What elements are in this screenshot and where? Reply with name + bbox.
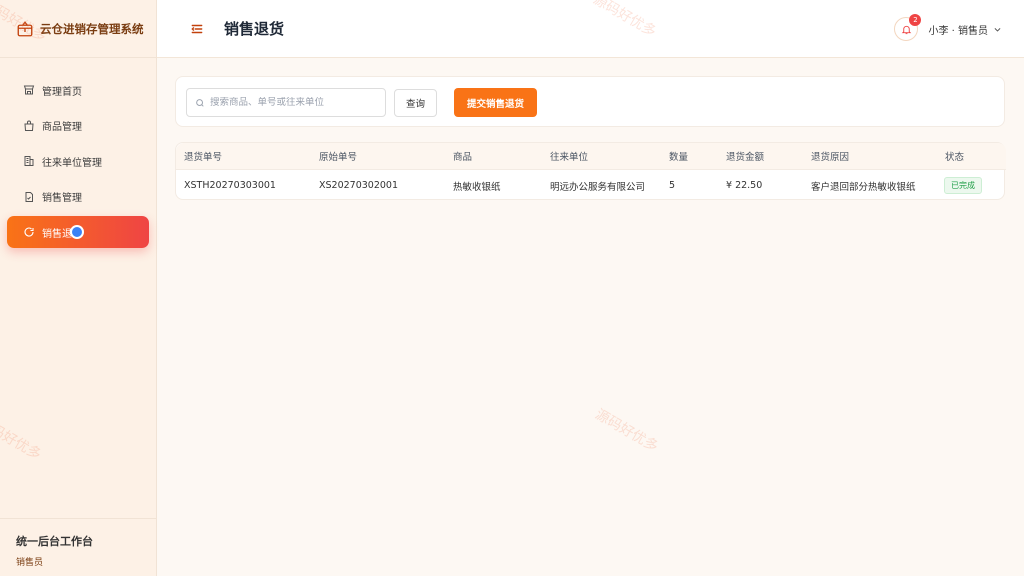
notification-badge: 2 bbox=[909, 14, 922, 26]
quantity: 5 bbox=[669, 180, 676, 191]
page-title: 销售退货 bbox=[224, 20, 285, 38]
table-header: 退货单号 原始单号 商品 往来单位 数量 退货金额 退货原因 状态 bbox=[176, 143, 1006, 170]
search-icon bbox=[196, 98, 204, 107]
sidebar: 云仓进销存管理系统 管理首页 商品管理 往来单位管理 销售管理 销售退 统一后台… bbox=[0, 0, 157, 576]
column-header: 商品 bbox=[453, 152, 473, 163]
sidebar-item-label: 销售管理 bbox=[42, 193, 82, 204]
building-icon bbox=[24, 156, 34, 166]
document-icon bbox=[25, 191, 33, 202]
sidebar-footer: 统一后台工作台 销售员 bbox=[0, 518, 156, 576]
submit-return-button[interactable]: 提交销售退货 bbox=[454, 88, 537, 117]
column-header: 状态 bbox=[945, 152, 965, 163]
return-amount: ¥ 22.50 bbox=[726, 180, 763, 191]
cursor-indicator bbox=[70, 225, 84, 239]
returns-table: 退货单号 原始单号 商品 往来单位 数量 退货金额 退货原因 状态 XSTH20… bbox=[175, 142, 1006, 200]
sidebar-item-partners[interactable]: 往来单位管理 bbox=[7, 145, 149, 177]
column-header: 退货原因 bbox=[811, 152, 850, 163]
store-icon bbox=[23, 85, 35, 95]
watermark: 源码好优多 bbox=[592, 406, 661, 456]
user-area: 2 小李 · 销售员 bbox=[894, 0, 1002, 58]
workspace-title: 统一后台工作台 bbox=[16, 535, 93, 548]
notification-button[interactable]: 2 bbox=[894, 14, 922, 41]
column-header: 退货单号 bbox=[184, 152, 223, 163]
chevron-down-icon[interactable] bbox=[993, 25, 1002, 34]
refresh-icon bbox=[24, 227, 34, 237]
sidebar-item-label: 管理首页 bbox=[42, 86, 82, 98]
sidebar-item-label: 往来单位管理 bbox=[42, 157, 102, 169]
status-badge: 已完成 bbox=[944, 177, 982, 194]
search-box[interactable] bbox=[186, 88, 386, 117]
sidebar-item-sales[interactable]: 销售管理 bbox=[7, 181, 149, 213]
return-number: XSTH20270303001 bbox=[184, 180, 276, 191]
column-header: 退货金额 bbox=[726, 152, 765, 163]
workspace-role: 销售员 bbox=[16, 558, 44, 568]
user-menu[interactable]: 小李 · 销售员 bbox=[928, 22, 988, 37]
sidebar-item-home[interactable]: 管理首页 bbox=[7, 74, 149, 106]
sidebar-item-sales-return[interactable]: 销售退 bbox=[7, 216, 149, 248]
sidebar-nav: 管理首页 商品管理 往来单位管理 销售管理 销售退 bbox=[0, 58, 156, 248]
original-number: XS20270302001 bbox=[319, 180, 399, 191]
sidebar-item-label: 商品管理 bbox=[42, 122, 82, 133]
search-card: 查询 提交销售退货 bbox=[175, 76, 1005, 127]
partner-name: 明远办公服务有限公司 bbox=[550, 181, 646, 193]
column-header: 往来单位 bbox=[550, 152, 589, 163]
column-header: 原始单号 bbox=[319, 152, 358, 163]
topbar: 销售退货 2 小李 · 销售员 bbox=[157, 0, 1024, 58]
menu-toggle-icon[interactable] bbox=[190, 22, 204, 36]
sidebar-item-label: 销售退 bbox=[42, 228, 72, 240]
sidebar-item-products[interactable]: 商品管理 bbox=[7, 110, 149, 142]
column-header: 数量 bbox=[669, 152, 689, 163]
bell-icon bbox=[901, 25, 912, 34]
table-row[interactable]: XSTH20270303001 XS20270302001 热敏收银纸 明远办公… bbox=[176, 171, 1006, 200]
search-input[interactable] bbox=[210, 97, 380, 108]
query-button[interactable]: 查询 bbox=[394, 89, 437, 117]
return-reason: 客户退回部分热敏收银纸 bbox=[811, 181, 916, 193]
brand-title: 云仓进销存管理系统 bbox=[40, 21, 144, 36]
bag-icon bbox=[24, 120, 34, 131]
product-name: 热敏收银纸 bbox=[453, 181, 501, 193]
